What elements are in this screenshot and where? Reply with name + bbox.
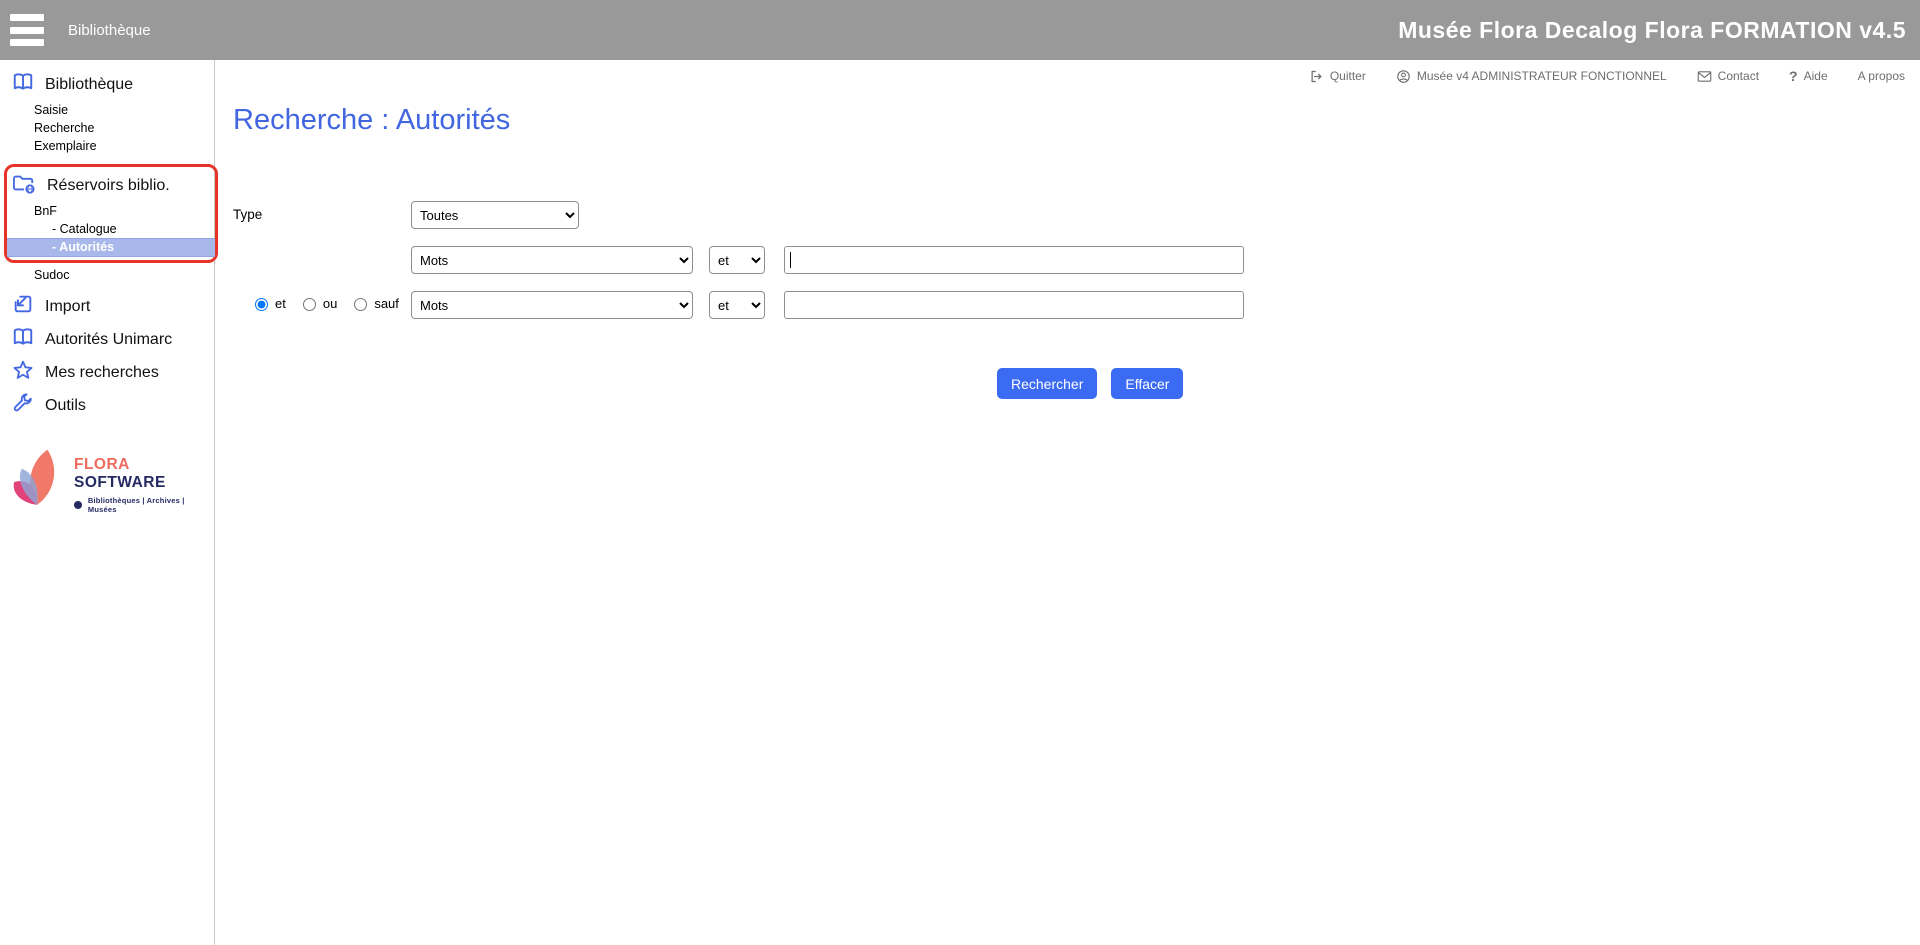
dot-icon — [74, 501, 82, 509]
criterion-row-1: Mots et — [233, 246, 1920, 274]
radio-et-label[interactable]: et — [250, 295, 286, 311]
open-book-icon — [12, 71, 34, 98]
main-content: Quitter Musée v4 ADMINISTRATEUR FONCTION… — [215, 60, 1920, 945]
menu-icon[interactable] — [10, 14, 44, 46]
search-term-input-1[interactable] — [784, 246, 1244, 274]
boolean-radio-group: et ou sauf — [233, 291, 411, 311]
folder-network-icon — [12, 172, 36, 199]
criterion-select-2[interactable]: Mots — [411, 291, 693, 319]
radio-et[interactable] — [255, 298, 268, 311]
mail-icon — [1697, 70, 1712, 83]
sidebar-item-sudoc[interactable]: Sudoc — [0, 266, 214, 284]
sidebar-item-saisie[interactable]: Saisie — [0, 101, 214, 119]
clear-button[interactable]: Effacer — [1111, 368, 1183, 399]
sidebar-item-label: Mes recherches — [45, 364, 159, 382]
type-row: Type Toutes — [233, 201, 1920, 229]
type-select[interactable]: Toutes — [411, 201, 579, 229]
sidebar-item-outils[interactable]: Outils — [0, 389, 214, 422]
type-label: Type — [233, 201, 411, 222]
operator-select-2[interactable]: et — [709, 291, 765, 319]
radio-ou[interactable] — [303, 298, 316, 311]
sidebar-item-bnf-catalogue[interactable]: - Catalogue — [7, 220, 215, 238]
sidebar: Bibliothèque Saisie Recherche Exemplaire… — [0, 60, 215, 945]
top-bar: Bibliothèque Musée Flora Decalog Flora F… — [0, 0, 1920, 60]
form-actions: Rechercher Effacer — [997, 368, 1920, 399]
sidebar-item-import[interactable]: Import — [0, 290, 214, 323]
butterfly-logo-icon — [8, 444, 66, 525]
radio-ou-label[interactable]: ou — [298, 295, 337, 311]
logo-tagline: Bibliothèques | Archives | Musées — [74, 496, 214, 514]
criterion-select-1[interactable]: Mots — [411, 246, 693, 274]
search-button[interactable]: Rechercher — [997, 368, 1097, 399]
operator-select-1[interactable]: et — [709, 246, 765, 274]
app-title: Musée Flora Decalog Flora FORMATION v4.5 — [1398, 0, 1906, 60]
page-title: Recherche : Autorités — [233, 104, 1920, 137]
search-form: Type Toutes Mots et et — [233, 201, 1920, 399]
sidebar-item-bnf-autorites-selected[interactable]: - Autorités — [7, 238, 215, 257]
annotation-box: Réservoirs biblio. BnF - Catalogue - Aut… — [4, 164, 218, 263]
sidebar-item-label: Bibliothèque — [45, 76, 133, 94]
sidebar-item-recherche[interactable]: Recherche — [0, 119, 214, 137]
question-mark-icon: ? — [1789, 68, 1798, 84]
topbar-module-label: Bibliothèque — [68, 22, 151, 39]
search-term-input-2[interactable] — [784, 291, 1244, 319]
wrench-icon — [12, 392, 34, 419]
sidebar-item-exemplaire[interactable]: Exemplaire — [0, 137, 214, 155]
logout-icon — [1309, 69, 1324, 84]
import-icon — [12, 293, 34, 320]
sidebar-item-label: Réservoirs biblio. — [47, 177, 170, 195]
utility-bar: Quitter Musée v4 ADMINISTRATEUR FONCTION… — [1309, 68, 1905, 84]
sidebar-item-bibliotheque[interactable]: Bibliothèque — [0, 68, 214, 101]
sidebar-item-mes-recherches[interactable]: Mes recherches — [0, 356, 214, 389]
about-link[interactable]: A propos — [1858, 69, 1905, 83]
sidebar-item-label: Outils — [45, 397, 86, 415]
sidebar-item-bnf[interactable]: BnF — [7, 202, 215, 220]
sidebar-item-autorites-unimarc[interactable]: Autorités Unimarc — [0, 323, 214, 356]
star-icon — [12, 359, 34, 386]
help-link[interactable]: ? Aide — [1789, 68, 1828, 84]
flora-software-logo: FLORA SOFTWARE Bibliothèques | Archives … — [8, 444, 214, 525]
sidebar-item-label: Import — [45, 298, 90, 316]
open-book-icon — [12, 326, 34, 353]
radio-sauf-label[interactable]: sauf — [349, 295, 399, 311]
contact-link[interactable]: Contact — [1697, 69, 1759, 83]
criterion-row-2: et ou sauf Mots et — [233, 291, 1920, 319]
sidebar-item-label: Autorités Unimarc — [45, 331, 172, 349]
sidebar-item-reservoirs[interactable]: Réservoirs biblio. — [7, 169, 215, 202]
quit-link[interactable]: Quitter — [1309, 69, 1366, 84]
logo-wordmark: FLORA SOFTWARE — [74, 456, 166, 491]
radio-sauf[interactable] — [354, 298, 367, 311]
user-account-link[interactable]: Musée v4 ADMINISTRATEUR FONCTIONNEL — [1396, 69, 1667, 84]
user-icon — [1396, 69, 1411, 84]
